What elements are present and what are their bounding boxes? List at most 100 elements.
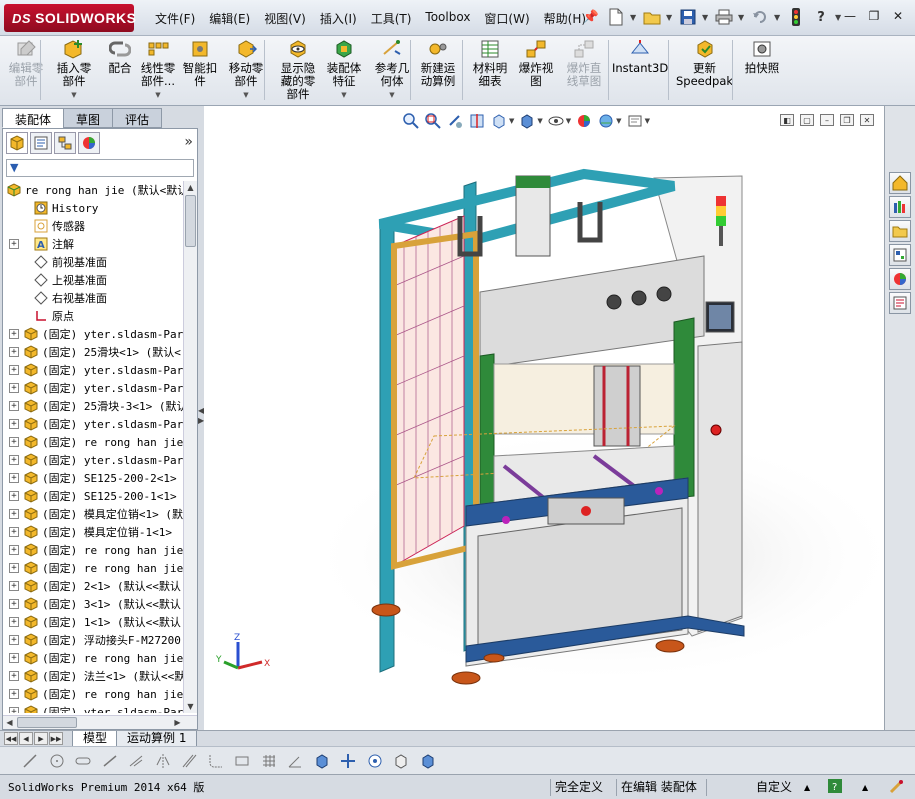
menu-item-4[interactable]: 工具(T): [364, 9, 419, 28]
tree-item[interactable]: + (固定) 25滑块<1> (默认<: [3, 343, 183, 361]
design-library-icon[interactable]: [889, 196, 911, 218]
command-exploded-view-button[interactable]: 爆炸视 图: [514, 38, 558, 88]
expand-toggle-icon[interactable]: +: [9, 437, 19, 447]
tab-evaluate[interactable]: 评估: [112, 108, 163, 128]
chevron-right-icon[interactable]: »: [184, 134, 193, 150]
menu-item-2[interactable]: 视图(V): [257, 9, 313, 28]
command-bom-button[interactable]: 材料明 细表: [468, 38, 512, 88]
tree-item[interactable]: + A 注解: [3, 235, 183, 253]
close-icon[interactable]: ✕: [887, 6, 909, 26]
offset-icon[interactable]: [179, 751, 199, 771]
open-icon[interactable]: [641, 6, 663, 28]
expand-toggle-icon[interactable]: +: [9, 599, 19, 609]
undo-icon[interactable]: [749, 6, 771, 28]
angle-icon[interactable]: [285, 751, 305, 771]
viewport-split-icon[interactable]: ◧: [780, 114, 794, 126]
display-style-icon[interactable]: [518, 112, 536, 130]
command-insert-component-button[interactable]: 插入零 部件 ▼: [52, 38, 96, 102]
command-reference-geometry-button[interactable]: 参考几 何体 ▼: [370, 38, 414, 102]
viewport-restore-icon[interactable]: ❐: [840, 114, 854, 126]
tree-item[interactable]: 前视基准面: [3, 253, 183, 271]
status-units[interactable]: 自定义: [706, 779, 796, 796]
tree-item[interactable]: + (固定) 法兰<1> (默认<<默: [3, 667, 183, 685]
expand-toggle-icon[interactable]: +: [9, 689, 19, 699]
command-speedpak-button[interactable]: 更新 Speedpak: [676, 38, 733, 88]
expand-toggle-icon[interactable]: +: [9, 455, 19, 465]
tree-item[interactable]: + (固定) 1<1> (默认<<默认: [3, 613, 183, 631]
viewport-close-icon[interactable]: ✕: [860, 114, 874, 126]
expand-toggle-icon[interactable]: +: [9, 329, 19, 339]
rebuild-icon[interactable]: [785, 6, 807, 28]
tree-item[interactable]: + (固定) 3<1> (默认<<默认: [3, 595, 183, 613]
view-orientation-dropdown-icon[interactable]: ▼: [509, 117, 514, 125]
box-icon[interactable]: [391, 751, 411, 771]
apply-scene-icon[interactable]: [597, 112, 615, 130]
display-manager-tab-icon[interactable]: [78, 132, 100, 154]
tab-last-icon[interactable]: ▶▶: [49, 732, 63, 745]
new-dropdown-icon[interactable]: ▼: [630, 13, 638, 22]
tree-vertical-scrollbar[interactable]: ▲ ▼: [183, 181, 197, 713]
tree-item[interactable]: 传感器: [3, 217, 183, 235]
open-dropdown-icon[interactable]: ▼: [666, 13, 674, 22]
expand-toggle-icon[interactable]: +: [9, 239, 19, 249]
expand-toggle-icon[interactable]: +: [9, 545, 19, 555]
hscroll-thumb[interactable]: [17, 717, 77, 728]
command-instant3d-button[interactable]: Instant3D: [612, 38, 668, 75]
command-snapshot-button[interactable]: 拍快照: [740, 38, 784, 75]
command-move-component-button[interactable]: 移动零 部件 ▼: [224, 38, 268, 102]
tree-item[interactable]: + (固定) 2<1> (默认<<默认: [3, 577, 183, 595]
command-dropdown-icon[interactable]: ▼: [341, 89, 346, 102]
graphics-area[interactable]: Z X Y ▼ ▼ ▼ ▼ ▼ ◧ ▢ – ❐ ✕: [204, 106, 884, 730]
scroll-thumb[interactable]: [185, 195, 196, 247]
quick-snap-icon[interactable]: [365, 751, 385, 771]
scroll-up-icon[interactable]: ▲: [184, 181, 197, 194]
tree-item[interactable]: + (固定) 浮动接头F-M27200: [3, 631, 183, 649]
print-icon[interactable]: [713, 6, 735, 28]
tree-item[interactable]: + (固定) yter.sldasm-Part: [3, 361, 183, 379]
expand-toggle-icon[interactable]: +: [9, 473, 19, 483]
circle-icon[interactable]: [47, 751, 67, 771]
expand-toggle-icon[interactable]: +: [9, 383, 19, 393]
viewport-single-icon[interactable]: ▢: [800, 114, 814, 126]
zoom-to-area-icon[interactable]: [424, 112, 442, 130]
expand-toggle-icon[interactable]: +: [9, 563, 19, 573]
expand-toggle-icon[interactable]: +: [9, 347, 19, 357]
display-style-dropdown-icon[interactable]: ▼: [537, 117, 542, 125]
tree-item[interactable]: + (固定) 25滑块-3<1> (默认: [3, 397, 183, 415]
rect-icon[interactable]: [232, 751, 252, 771]
undo-dropdown-icon[interactable]: ▼: [774, 13, 782, 22]
expand-toggle-icon[interactable]: +: [9, 671, 19, 681]
command-dropdown-icon[interactable]: ▼: [71, 89, 76, 102]
command-edit-component-button[interactable]: 编辑零 部件: [4, 38, 48, 88]
scene-dropdown-icon[interactable]: ▼: [616, 117, 621, 125]
pin-icon[interactable]: 📌: [580, 6, 602, 28]
minimize-icon[interactable]: —: [839, 6, 861, 26]
status-rebuild-icon[interactable]: [884, 779, 908, 796]
tree-item[interactable]: + (固定) yter.sldasm-Part: [3, 703, 183, 713]
tab-prev-icon[interactable]: ◀: [19, 732, 33, 745]
previous-view-icon[interactable]: [446, 112, 464, 130]
tab-first-icon[interactable]: ◀◀: [4, 732, 18, 745]
expand-toggle-icon[interactable]: +: [9, 509, 19, 519]
scroll-down-icon[interactable]: ▼: [184, 700, 197, 713]
expand-toggle-icon[interactable]: +: [9, 617, 19, 627]
fillet-icon[interactable]: [206, 751, 226, 771]
hide-show-dropdown-icon[interactable]: ▼: [566, 117, 571, 125]
menu-item-1[interactable]: 编辑(E): [202, 9, 257, 28]
tree-item[interactable]: + (固定) yter.sldasm-Part: [3, 325, 183, 343]
menu-item-0[interactable]: 文件(F): [148, 9, 202, 28]
save-icon[interactable]: [677, 6, 699, 28]
featuremanager-tab-icon[interactable]: [6, 132, 28, 154]
section-view-icon[interactable]: [468, 112, 486, 130]
status-dropdown-icon[interactable]: ▲: [858, 779, 872, 796]
expand-toggle-icon[interactable]: +: [9, 527, 19, 537]
expand-toggle-icon[interactable]: +: [9, 401, 19, 411]
tree-horizontal-scrollbar[interactable]: ◀ ▶: [3, 715, 197, 729]
command-new-motion-study-button[interactable]: 新建运 动算例: [416, 38, 460, 88]
tab-next-icon[interactable]: ▶: [34, 732, 48, 745]
view-palette-icon[interactable]: [889, 244, 911, 266]
edit-appearance-icon[interactable]: [575, 112, 593, 130]
view-orientation-icon[interactable]: [490, 112, 508, 130]
tab-assembly[interactable]: 装配体: [2, 108, 65, 128]
status-help-icon[interactable]: ?: [824, 779, 846, 796]
